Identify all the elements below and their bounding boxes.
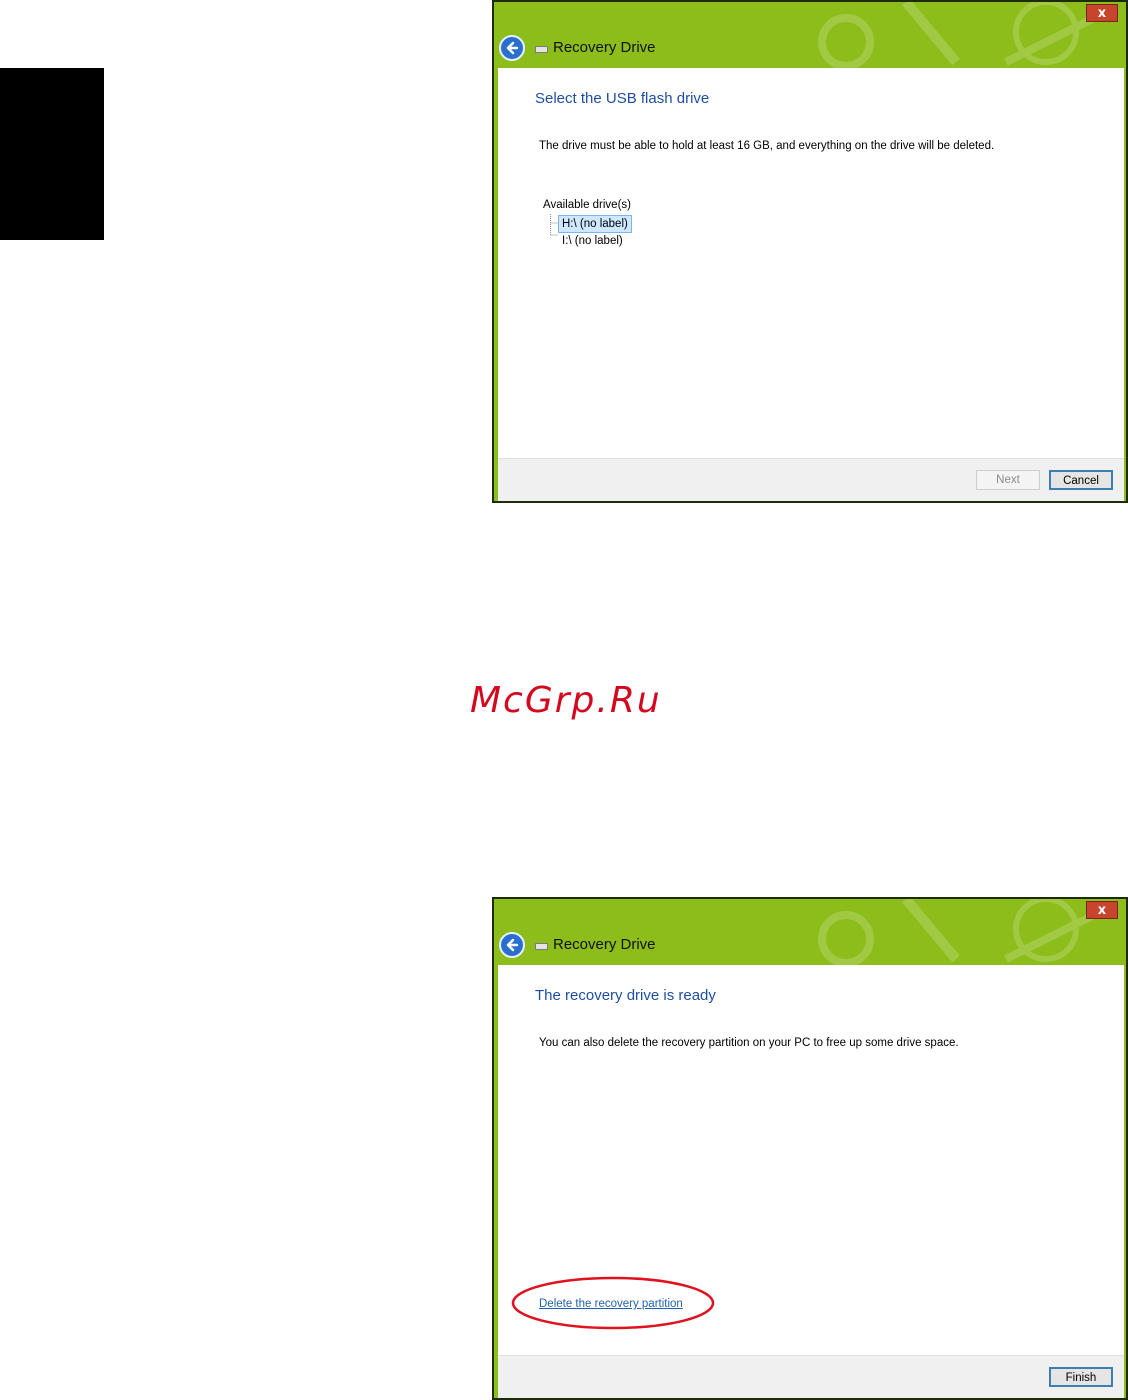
close-icon: x (1097, 6, 1107, 21)
drive-tree-label: Available drive(s) (543, 199, 631, 211)
close-button[interactable]: x (1086, 901, 1118, 919)
description-text: The drive must be able to hold at least … (539, 140, 995, 152)
drive-item-h[interactable]: H:\ (no label) (558, 215, 632, 233)
back-button[interactable] (499, 932, 525, 958)
watermark-text: McGrp.Ru (470, 680, 662, 721)
back-arrow-icon (506, 938, 519, 952)
back-button[interactable] (499, 35, 525, 61)
window-content: Select the USB flash drive The drive mus… (498, 68, 1124, 458)
drive-icon (535, 943, 548, 950)
page-side-tab (0, 68, 104, 240)
recovery-drive-window-ready: x Recovery Drive The recovery drive is r… (492, 897, 1128, 1400)
window-footer: Next Cancel (498, 458, 1124, 501)
recovery-drive-window-select: x Recovery Drive Select the USB flash dr… (492, 0, 1128, 503)
window-footer: Finish (498, 1355, 1124, 1398)
page-heading: The recovery drive is ready (535, 987, 716, 1004)
close-icon: x (1097, 903, 1107, 918)
highlight-circle (511, 1276, 715, 1330)
cancel-button[interactable]: Cancel (1049, 470, 1113, 490)
window-content: The recovery drive is ready You can also… (498, 965, 1124, 1355)
finish-button[interactable]: Finish (1049, 1367, 1113, 1387)
titlebar-decoration (818, 2, 1108, 68)
window-title: Recovery Drive (553, 39, 656, 56)
close-button[interactable]: x (1086, 4, 1118, 22)
window-title: Recovery Drive (553, 936, 656, 953)
back-arrow-icon (506, 41, 519, 55)
drive-item-i[interactable]: I:\ (no label) (559, 233, 626, 249)
description-text: You can also delete the recovery partiti… (539, 1037, 959, 1049)
titlebar-decoration (818, 899, 1108, 965)
next-button[interactable]: Next (976, 470, 1040, 490)
page-heading: Select the USB flash drive (535, 90, 710, 107)
drive-icon (535, 46, 548, 53)
